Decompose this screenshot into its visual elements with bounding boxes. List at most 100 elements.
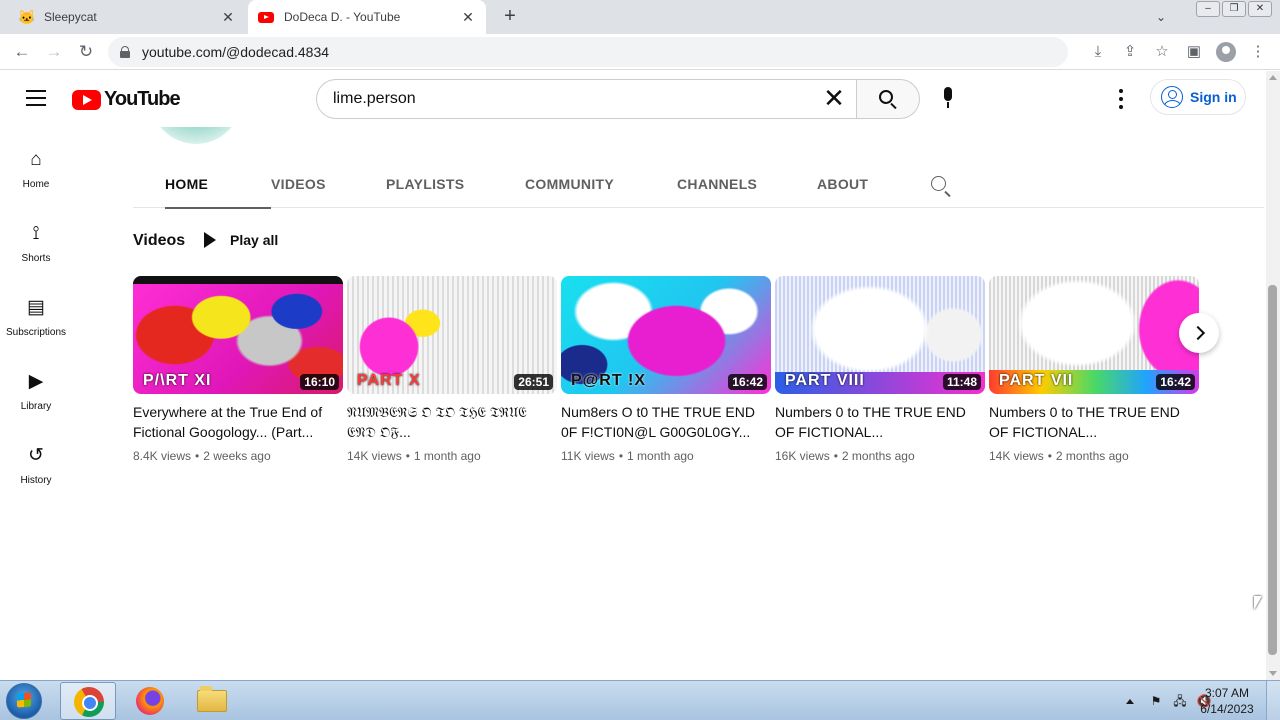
guide-label: Home bbox=[22, 179, 50, 190]
video-meta: 11K views • 1 month ago bbox=[561, 449, 694, 463]
channel-search-button[interactable] bbox=[931, 176, 949, 194]
video-title[interactable]: Numbers 0 to THE TRUE END OF FICTIONAL..… bbox=[989, 402, 1199, 442]
home-icon: ⌂ bbox=[30, 149, 42, 170]
install-icon[interactable]: ⤓ bbox=[1086, 40, 1110, 64]
tab-community[interactable]: COMMUNITY bbox=[525, 160, 614, 208]
thumbnail-text: PART X bbox=[357, 372, 421, 389]
sign-in-label: Sign in bbox=[1190, 89, 1237, 105]
search-query: lime.person bbox=[333, 90, 416, 107]
tab-playlists[interactable]: PLAYLISTS bbox=[386, 160, 464, 208]
logo-text: YouTube bbox=[104, 88, 181, 110]
video-thumbnail[interactable]: PART X 26:51 bbox=[347, 276, 557, 394]
action-center-icon[interactable]: ⚑ bbox=[1148, 693, 1164, 709]
microphone-icon[interactable] bbox=[938, 87, 958, 111]
video-card[interactable]: P@RT !X 16:42 Num8ers O t0 THE TRUE END … bbox=[561, 276, 771, 463]
guide-item-shorts[interactable]: ⟟ Shorts bbox=[0, 201, 72, 265]
clear-search-icon[interactable]: ✕ bbox=[818, 83, 850, 115]
youtube-icon bbox=[258, 11, 274, 23]
browser-tab-youtube[interactable]: DoDeca D. - YouTube ✕ bbox=[248, 0, 486, 34]
guide-item-history[interactable]: ↺ History bbox=[0, 423, 72, 487]
profile-icon[interactable] bbox=[1214, 40, 1238, 64]
section-title: Videos bbox=[133, 232, 186, 249]
video-thumbnail[interactable]: PART VIII 11:48 bbox=[775, 276, 985, 394]
search-icon bbox=[931, 176, 946, 191]
clock-time: 3:07 AM bbox=[1204, 686, 1250, 700]
taskbar-explorer[interactable] bbox=[184, 682, 240, 720]
taskbar-firefox[interactable] bbox=[122, 682, 178, 720]
back-icon[interactable]: ← bbox=[10, 40, 34, 64]
video-card[interactable]: PART VII 16:42 Numbers 0 to THE TRUE END… bbox=[989, 276, 1199, 463]
star-icon[interactable]: ☆ bbox=[1150, 40, 1174, 64]
menu-icon[interactable] bbox=[26, 90, 46, 106]
search-icon bbox=[879, 90, 893, 104]
thumbnail-text: P/\RT XI bbox=[143, 372, 212, 389]
play-all-label: Play all bbox=[230, 232, 279, 248]
youtube-logo[interactable]: YouTube bbox=[72, 88, 181, 111]
view-count: 8.4K views bbox=[133, 449, 192, 463]
channel-tabs: HOME VIDEOS PLAYLISTS COMMUNITY CHANNELS… bbox=[133, 160, 1264, 209]
reload-icon[interactable]: ↻ bbox=[74, 40, 98, 64]
subscriptions-icon: ▤ bbox=[27, 297, 45, 318]
shorts-icon: ⟟ bbox=[32, 223, 40, 244]
share-icon[interactable]: ⇪ bbox=[1118, 40, 1142, 64]
forward-icon[interactable]: → bbox=[42, 40, 66, 64]
show-desktop-button[interactable] bbox=[1266, 681, 1280, 720]
view-count: 14K views bbox=[989, 449, 1044, 463]
video-duration: 16:42 bbox=[728, 374, 767, 390]
video-card[interactable]: PART VIII 11:48 Numbers 0 to THE TRUE EN… bbox=[775, 276, 985, 463]
video-title[interactable]: Num8ers O t0 THE TRUE END 0F F!CTI0N@L G… bbox=[561, 402, 771, 442]
view-count: 11K views bbox=[561, 449, 615, 463]
shelf-next-button[interactable] bbox=[1179, 313, 1219, 353]
tab-title: DoDeca D. - YouTube bbox=[284, 10, 401, 24]
scrollbar-thumb[interactable] bbox=[1268, 285, 1277, 655]
start-button[interactable] bbox=[6, 683, 42, 719]
settings-menu-icon[interactable] bbox=[1112, 89, 1130, 109]
mouse-cursor-icon bbox=[1254, 596, 1262, 610]
video-title[interactable]: Numbers 0 to THE TRUE END OF FICTIONAL..… bbox=[775, 402, 985, 442]
sign-in-button[interactable]: Sign in bbox=[1150, 79, 1246, 115]
video-thumbnail[interactable]: PART VII 16:42 bbox=[989, 276, 1199, 394]
lock-icon[interactable] bbox=[120, 46, 130, 58]
new-tab-button[interactable]: + bbox=[498, 4, 522, 28]
search-button[interactable] bbox=[856, 79, 920, 119]
browser-toolbar: ← → ↻ youtube.com/@dodecad.4834 ⤓ ⇪ ☆ ▣ … bbox=[0, 34, 1280, 70]
close-icon[interactable]: ✕ bbox=[218, 9, 238, 26]
close-icon[interactable]: ✕ bbox=[458, 9, 478, 26]
tab-home[interactable]: HOME bbox=[165, 160, 272, 209]
video-thumbnail[interactable]: P/\RT XI 16:10 bbox=[133, 276, 343, 394]
restore-button[interactable]: ❐ bbox=[1222, 1, 1246, 17]
kebab-menu-icon[interactable]: ⋮ bbox=[1246, 40, 1270, 64]
guide-item-subscriptions[interactable]: ▤ Subscriptions bbox=[0, 275, 72, 339]
tab-about[interactable]: ABOUT bbox=[817, 160, 868, 208]
upload-age: 2 weeks ago bbox=[203, 449, 271, 463]
video-thumbnail[interactable]: P@RT !X 16:42 bbox=[561, 276, 771, 394]
minimize-button[interactable]: – bbox=[1196, 1, 1220, 17]
history-icon: ↺ bbox=[28, 445, 44, 466]
tray-expand-icon[interactable] bbox=[1126, 698, 1134, 704]
scroll-down-icon[interactable] bbox=[1269, 671, 1277, 676]
taskbar-chrome[interactable] bbox=[60, 682, 116, 720]
clock[interactable]: 3:07 AM 6/14/2023 bbox=[1196, 685, 1258, 717]
side-panel-icon[interactable]: ▣ bbox=[1182, 40, 1206, 64]
account-icon bbox=[1161, 86, 1183, 108]
tab-channels[interactable]: CHANNELS bbox=[677, 160, 757, 208]
video-title[interactable]: Everywhere at the True End of Fictional … bbox=[133, 402, 343, 442]
tab-videos[interactable]: VIDEOS bbox=[271, 160, 326, 208]
guide-item-library[interactable]: ▶ Library bbox=[0, 349, 72, 413]
firefox-icon bbox=[136, 687, 164, 715]
video-title[interactable]: 𝔑𝔘𝔐𝔅𝔈ℜ𝔖 𝔒 𝔗𝔒 𝔗ℌ𝔈 𝔗ℜ𝔘𝔈 𝔈𝔑𝔇 𝔒𝔉... bbox=[347, 402, 557, 442]
play-all-button[interactable]: Play all bbox=[204, 232, 278, 248]
video-card[interactable]: PART X 26:51 𝔑𝔘𝔐𝔅𝔈ℜ𝔖 𝔒 𝔗𝔒 𝔗ℌ𝔈 𝔗ℜ𝔘𝔈 𝔈𝔑𝔇 𝔒… bbox=[347, 276, 557, 463]
guide-item-home[interactable]: ⌂ Home bbox=[0, 127, 72, 191]
page-scrollbar[interactable] bbox=[1266, 71, 1280, 680]
browser-tab-strip: 🐱 Sleepycat ✕ DoDeca D. - YouTube ✕ + ⌄ … bbox=[0, 0, 1280, 34]
scroll-up-icon[interactable] bbox=[1269, 75, 1277, 80]
close-window-button[interactable]: ✕ bbox=[1248, 1, 1272, 17]
video-card[interactable]: P/\RT XI 16:10 Everywhere at the True En… bbox=[133, 276, 343, 463]
browser-tab-sleepycat[interactable]: 🐱 Sleepycat ✕ bbox=[0, 0, 246, 34]
chevron-down-icon[interactable]: ⌄ bbox=[1150, 6, 1172, 28]
view-count: 16K views bbox=[775, 449, 830, 463]
address-bar[interactable]: youtube.com/@dodecad.4834 bbox=[108, 37, 1068, 67]
network-icon[interactable]: 🖧 bbox=[1172, 693, 1188, 709]
search-input[interactable]: lime.person ✕ bbox=[316, 79, 857, 119]
